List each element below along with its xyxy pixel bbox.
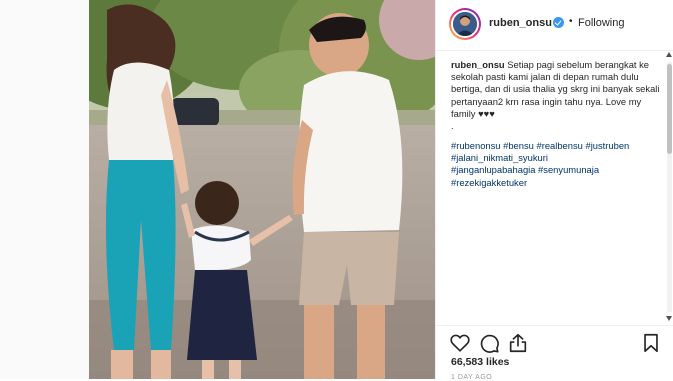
share-icon[interactable] [507, 332, 529, 354]
hashtag-line[interactable]: #jalani_nikmati_syukuri [451, 152, 663, 164]
heart-icon[interactable] [449, 332, 471, 354]
following-button[interactable]: Following [578, 17, 624, 29]
bookmark-icon[interactable] [640, 332, 662, 354]
post-actions: 66,583 likes 1 DAY AGO [436, 325, 673, 381]
hashtag-list: #rubenonsu #bensu #realbensu #justruben … [451, 140, 663, 189]
hashtag-line[interactable]: #rubenonsu #bensu #realbensu #justruben [451, 140, 663, 152]
separator-dot: • [569, 16, 573, 27]
caption-scrollbar[interactable] [665, 52, 673, 323]
verified-badge-icon [553, 17, 564, 28]
comment-icon[interactable] [478, 332, 500, 354]
post-caption: ruben_onsu Setiap pagi sebelum berangkat… [451, 59, 661, 132]
avatar[interactable] [449, 8, 481, 40]
post-media-container [0, 0, 435, 379]
scroll-thumb[interactable] [667, 64, 672, 154]
post-details-panel: ruben_onsu • Following ruben_onsu Setiap… [435, 0, 673, 381]
post-header: ruben_onsu • Following [436, 0, 673, 51]
caption-dot: . [451, 120, 454, 132]
likes-count[interactable]: 66,583 likes [451, 356, 509, 368]
hashtag-line[interactable]: #janganlupabahagia #senyumunaja [451, 164, 663, 176]
scroll-up-arrow-icon[interactable] [666, 52, 672, 57]
hashtag-line[interactable]: #rezekigakketuker [451, 177, 663, 189]
post-photo[interactable] [89, 0, 435, 379]
scroll-down-arrow-icon[interactable] [666, 316, 672, 321]
post-author-username[interactable]: ruben_onsu [489, 17, 552, 29]
caption-username[interactable]: ruben_onsu [451, 59, 505, 70]
post-timestamp: 1 DAY AGO [451, 374, 493, 381]
avatar-image [453, 12, 477, 36]
